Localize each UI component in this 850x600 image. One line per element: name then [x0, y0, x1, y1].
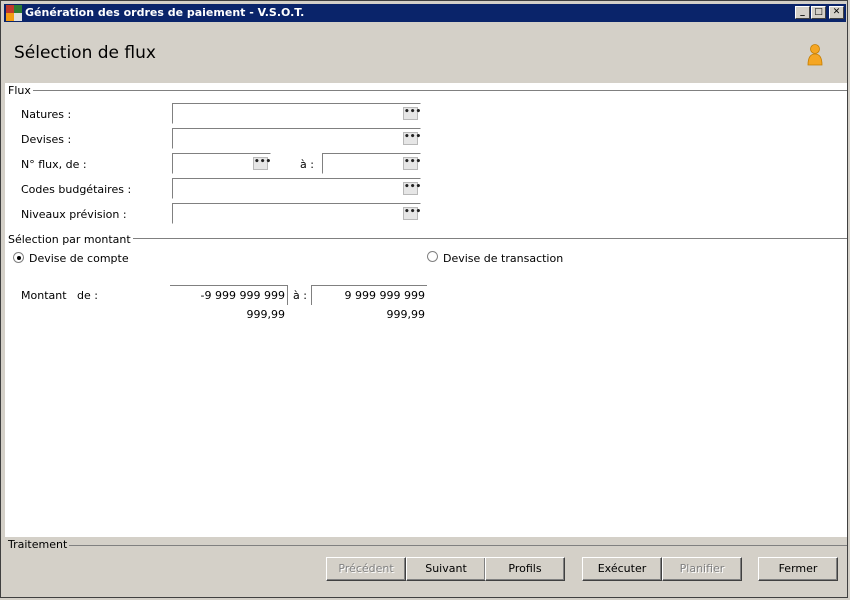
montant-from-input[interactable]: -9 999 999 999 999,99	[170, 285, 288, 321]
devises-field[interactable]: •••	[172, 128, 421, 149]
footer-panel: Traitement Précédent Suivant Profils Exé…	[5, 537, 847, 597]
natures-field[interactable]: •••	[172, 103, 421, 124]
window-title: Génération des ordres de paiement - V.S.…	[25, 6, 305, 19]
profils-button[interactable]: Profils	[485, 557, 565, 581]
nflux-to-label: à :	[300, 158, 314, 171]
fermer-button[interactable]: Fermer	[758, 557, 838, 581]
title-bar[interactable]: Génération des ordres de paiement - V.S.…	[4, 4, 846, 22]
natures-browse-button[interactable]: •••	[403, 107, 421, 120]
montant-section-label: Sélection par montant	[8, 233, 133, 246]
suivant-button[interactable]: Suivant	[406, 557, 486, 581]
nflux-to-browse-button[interactable]: •••	[403, 157, 421, 170]
nflux-from-browse-button[interactable]: •••	[253, 157, 271, 170]
page-title: Sélection de flux	[14, 43, 156, 63]
main-content: Flux Natures : ••• Devises : ••• N° flux…	[5, 83, 847, 537]
devise-compte-radio[interactable]	[13, 252, 24, 263]
flux-section-divider	[31, 90, 847, 91]
flux-section-label: Flux	[8, 84, 33, 97]
niveaux-prevision-field[interactable]: •••	[172, 203, 421, 224]
nflux-from-field[interactable]: •••	[172, 153, 271, 174]
niveaux-prevision-label: Niveaux prévision :	[21, 208, 127, 221]
executer-button[interactable]: Exécuter	[582, 557, 662, 581]
traitement-section-divider	[65, 545, 847, 546]
nflux-to-field[interactable]: •••	[322, 153, 421, 174]
precedent-button[interactable]: Précédent	[326, 557, 406, 581]
devise-transaction-radio[interactable]	[427, 251, 438, 262]
traitement-section-label: Traitement	[8, 538, 70, 551]
natures-label: Natures :	[21, 108, 72, 121]
app-window: Génération des ordres de paiement - V.S.…	[0, 0, 848, 598]
codes-budgetaires-field[interactable]: •••	[172, 178, 421, 199]
montant-to-input[interactable]: 9 999 999 999 999,99	[311, 285, 427, 321]
app-icon	[6, 5, 22, 21]
devises-browse-button[interactable]: •••	[403, 132, 421, 145]
montant-section-divider	[113, 238, 847, 239]
user-icon[interactable]	[807, 44, 823, 66]
close-button[interactable]: ✕	[829, 6, 844, 19]
montant-label: Montant de :	[21, 289, 98, 302]
codes-budgetaires-label: Codes budgétaires :	[21, 183, 132, 196]
planifier-button[interactable]: Planifier	[662, 557, 742, 581]
minimize-button[interactable]: _	[795, 6, 810, 19]
devise-transaction-label[interactable]: Devise de transaction	[443, 252, 563, 265]
maximize-button[interactable]: □	[811, 6, 826, 19]
nflux-from-label: N° flux, de :	[21, 158, 87, 171]
codes-browse-button[interactable]: •••	[403, 182, 421, 195]
page-header: Sélection de flux	[5, 23, 847, 83]
niveaux-browse-button[interactable]: •••	[403, 207, 421, 220]
montant-to-label: à :	[293, 289, 307, 302]
devises-label: Devises :	[21, 133, 72, 146]
devise-compte-label[interactable]: Devise de compte	[29, 252, 129, 265]
